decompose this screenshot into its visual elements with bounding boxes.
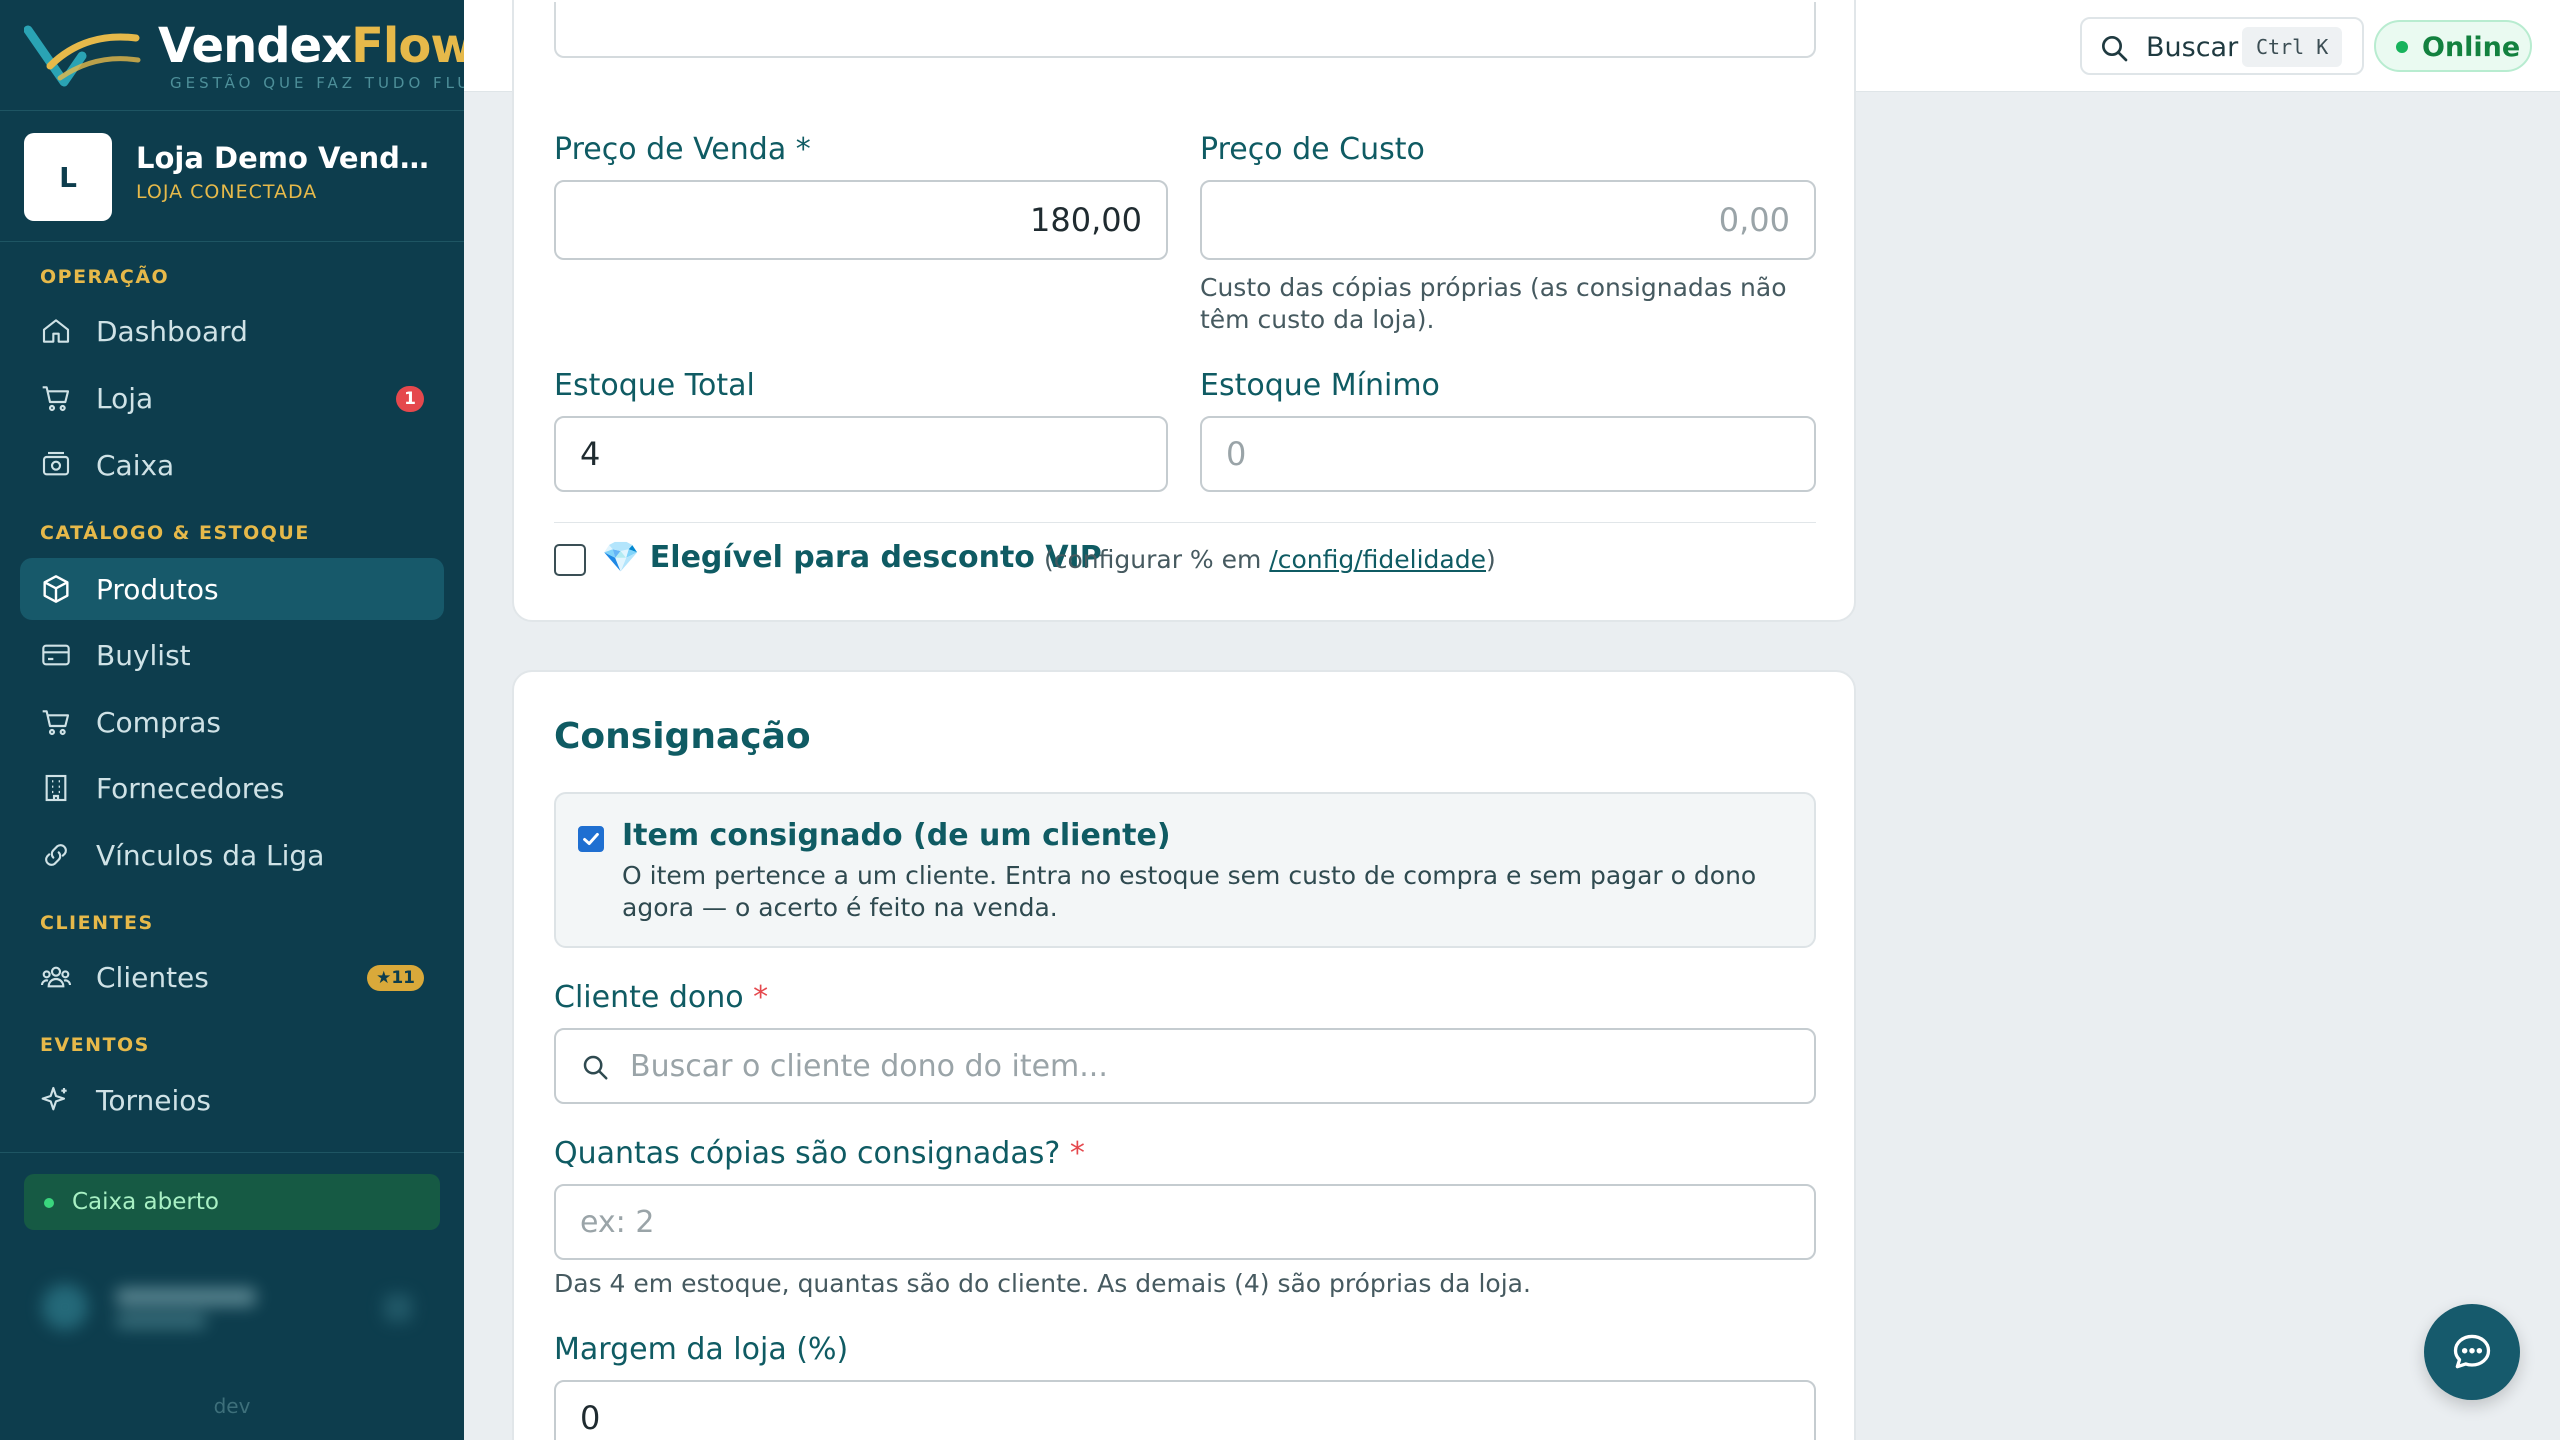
users-icon [40, 966, 72, 988]
sidebar-item-label: Clientes [96, 960, 209, 994]
consigned-copies-input[interactable]: ex: 2 [554, 1184, 1816, 1260]
sidebar-item-caixa[interactable]: Caixa [20, 434, 444, 496]
sparkle-icon [41, 1086, 67, 1111]
store-status: LOJA CONECTADA [136, 181, 318, 203]
user-menu-icon [384, 1294, 412, 1322]
sidebar-item-label: Vínculos da Liga [96, 838, 325, 872]
sale-price-label: Preço de Venda * [554, 132, 811, 167]
sidebar: VendexFlow GESTÃO QUE FAZ TUDO FLUIR L L… [0, 0, 464, 1440]
owner-client-search-input[interactable]: Buscar o cliente dono do item... [554, 1028, 1816, 1104]
sidebar-item-label: Torneios [96, 1083, 211, 1117]
store-margin-label: Margem da loja (%) [554, 1332, 849, 1367]
search-icon [583, 1055, 608, 1080]
brand-logo[interactable]: VendexFlow GESTÃO QUE FAZ TUDO FLUIR [24, 14, 464, 96]
store-switcher[interactable]: L Loja Demo VendexFlow LOJA CONECTADA [0, 110, 464, 242]
search-button[interactable]: Buscar Ctrl K [2080, 17, 2364, 75]
brand-tagline: GESTÃO QUE FAZ TUDO FLUIR [170, 74, 464, 92]
sidebar-item-label: Loja [96, 381, 154, 415]
vendexflow-logo-icon [24, 25, 141, 87]
keyboard-shortcut: Ctrl K [2242, 27, 2343, 67]
vip-config-note: (configurar % em /config/fidelidade) [1044, 545, 1496, 574]
online-dot-icon [2396, 41, 2408, 53]
cost-price-label: Preço de Custo [1200, 132, 1425, 167]
sidebar-item-produtos[interactable]: Produtos [20, 558, 444, 620]
connection-status-badge: Online [2374, 20, 2532, 72]
store-margin-input[interactable]: 0 [554, 1380, 1816, 1440]
home-icon [42, 319, 70, 343]
box-icon [43, 575, 69, 603]
sidebar-item-fornecedores[interactable]: Fornecedores [20, 757, 444, 819]
pricing-stock-card: Preço de Venda * 180,00 Preço de Custo 0… [512, 0, 1856, 622]
sidebar-item-label: Buylist [96, 638, 191, 672]
cost-price-input[interactable]: 0,00 [1200, 180, 1816, 260]
search-button-label: Buscar [2146, 32, 2239, 63]
sidebar-divider [0, 1152, 464, 1153]
sidebar-item-dashboard[interactable]: Dashboard [20, 300, 444, 362]
consigned-copies-label: Quantas cópias são consignadas? * [554, 1136, 1085, 1171]
vip-count-badge: ★11 [367, 965, 424, 991]
connection-status-label: Online [2422, 32, 2521, 63]
sidebar-item-label: Produtos [96, 572, 219, 606]
cash-status-label: Caixa aberto [72, 1189, 219, 1215]
search-icon [2102, 36, 2128, 62]
sidebar-item-torneios[interactable]: Torneios [20, 1069, 444, 1131]
section-label-operacao: OPERAÇÃO [40, 266, 170, 288]
chat-button[interactable] [2424, 1304, 2520, 1400]
cart-icon [42, 710, 70, 736]
user-profile[interactable] [24, 1262, 440, 1346]
owner-client-label: Cliente dono * [554, 980, 769, 1015]
chat-bubble-icon [2453, 1334, 2491, 1369]
section-label-eventos: EVENTOS [40, 1034, 150, 1056]
consigned-copies-help-text: Das 4 em estoque, quantas são do cliente… [554, 1269, 1531, 1298]
consignment-title: Consignação [554, 716, 811, 757]
vip-discount-checkbox[interactable] [554, 544, 586, 576]
previous-field-input[interactable] [554, 2, 1816, 58]
sidebar-item-vinculos-da-liga[interactable]: Vínculos da Liga [20, 824, 444, 886]
stock-min-input[interactable]: 0 [1200, 416, 1816, 492]
avatar [42, 1284, 88, 1330]
consigned-item-label[interactable]: Item consignado (de um cliente) [622, 818, 1171, 853]
vip-discount-label[interactable]: 💎 Elegível para desconto VIP [602, 540, 1102, 575]
section-label-catalogo: CATÁLOGO & ESTOQUE [40, 522, 310, 544]
store-name: Loja Demo VendexFlow [136, 141, 436, 175]
sidebar-item-compras[interactable]: Compras [20, 691, 444, 753]
cart-icon [42, 386, 70, 412]
status-dot-icon [44, 1198, 54, 1208]
divider [554, 522, 1816, 523]
building-icon [45, 774, 67, 802]
stock-total-label: Estoque Total [554, 368, 755, 403]
checkmark-icon [583, 832, 599, 846]
sidebar-item-label: Dashboard [96, 314, 248, 348]
sidebar-item-label: Compras [96, 705, 221, 739]
card-icon [42, 644, 70, 666]
consignment-card: Consignação Item consignado (de um clien… [512, 670, 1856, 1440]
sidebar-item-label: Caixa [96, 448, 175, 482]
section-label-clientes: CLIENTES [40, 912, 154, 934]
notification-badge: 1 [396, 386, 424, 412]
store-avatar: L [24, 133, 112, 221]
brand-name: VendexFlow [158, 18, 464, 74]
sidebar-item-loja[interactable]: Loja 1 [20, 367, 444, 429]
cost-price-help-text: Custo das cópias próprias (as consignada… [1200, 273, 1787, 334]
link-icon [45, 844, 67, 866]
consigned-item-description: O item pertence a um cliente. Entra no e… [622, 861, 1757, 922]
sidebar-item-buylist[interactable]: Buylist [20, 624, 444, 686]
cash-register-icon [42, 451, 70, 476]
environment-label: dev [213, 1394, 251, 1418]
fidelity-config-link[interactable]: /config/fidelidade [1269, 545, 1486, 574]
consigned-item-option[interactable]: Item consignado (de um cliente) O item p… [554, 792, 1816, 948]
stock-min-label: Estoque Mínimo [1200, 368, 1440, 403]
cash-status-badge[interactable]: Caixa aberto [24, 1174, 440, 1230]
consigned-item-checkbox[interactable] [578, 826, 604, 852]
sidebar-item-clientes[interactable]: Clientes ★11 [20, 946, 444, 1008]
stock-total-input[interactable]: 4 [554, 416, 1168, 492]
sidebar-item-label: Fornecedores [96, 771, 285, 805]
sale-price-input[interactable]: 180,00 [554, 180, 1168, 260]
